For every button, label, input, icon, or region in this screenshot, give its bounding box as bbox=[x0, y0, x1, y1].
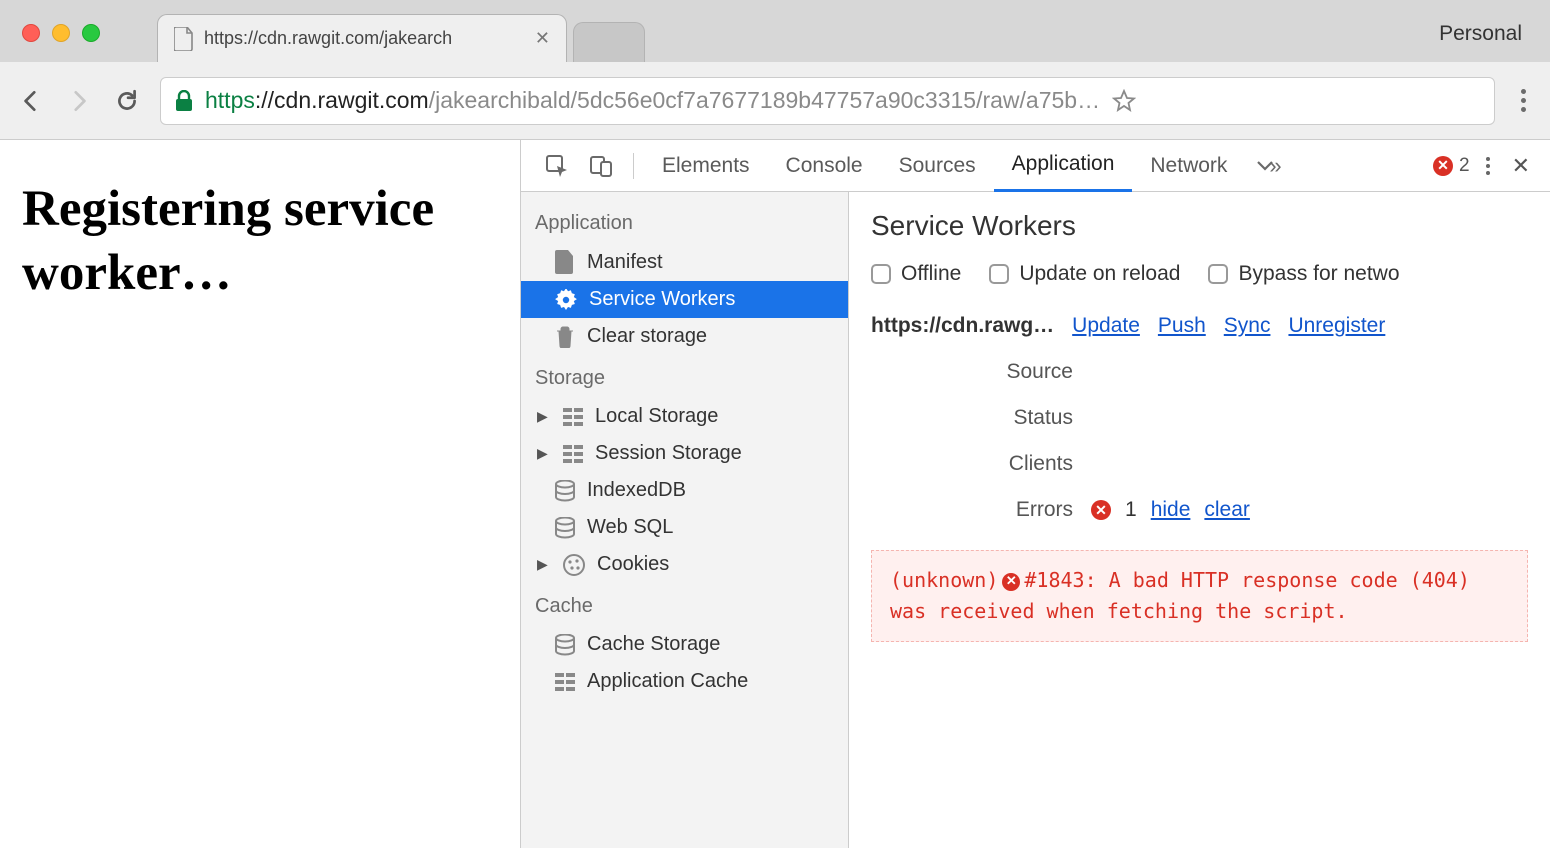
table-icon bbox=[555, 673, 575, 691]
tab-close-button[interactable]: ✕ bbox=[535, 28, 550, 49]
tab-network[interactable]: Network bbox=[1132, 140, 1245, 192]
application-sidebar: Application Manifest Service Workers Cle… bbox=[521, 192, 849, 848]
window-controls bbox=[22, 24, 100, 42]
reload-button[interactable] bbox=[112, 88, 142, 114]
sidebar-item-application-cache[interactable]: Application Cache bbox=[521, 663, 848, 700]
sw-origin: https://cdn.rawg… bbox=[871, 314, 1054, 338]
sidebar-category-application: Application bbox=[521, 200, 848, 243]
address-bar[interactable]: https://cdn.rawgit.com/jakearchibald/5dc… bbox=[160, 77, 1495, 125]
error-counter[interactable]: ✕ 2 bbox=[1433, 155, 1470, 177]
more-tabs-chevron-icon[interactable]: » bbox=[1245, 153, 1291, 179]
expand-triangle-icon[interactable]: ▶ bbox=[537, 445, 549, 462]
error-x-icon: ✕ bbox=[1002, 573, 1020, 591]
sidebar-item-indexeddb[interactable]: IndexedDB bbox=[521, 472, 848, 509]
cookie-icon bbox=[563, 554, 585, 576]
expand-triangle-icon[interactable]: ▶ bbox=[537, 408, 549, 425]
sidebar-item-cache-storage[interactable]: Cache Storage bbox=[521, 626, 848, 663]
devtools-close-button[interactable]: ✕ bbox=[1506, 153, 1536, 179]
url-text: https://cdn.rawgit.com/jakearchibald/5dc… bbox=[205, 87, 1100, 114]
sw-clients-label: Clients bbox=[891, 452, 1091, 476]
content-area: Registering service worker… Elements Con… bbox=[0, 140, 1550, 848]
forward-button[interactable] bbox=[64, 88, 94, 114]
sidebar-item-service-workers[interactable]: Service Workers bbox=[521, 281, 848, 318]
sidebar-category-cache: Cache bbox=[521, 583, 848, 626]
sidebar-item-local-storage[interactable]: ▶ Local Storage bbox=[521, 398, 848, 435]
close-window-button[interactable] bbox=[22, 24, 40, 42]
sw-push-link[interactable]: Push bbox=[1158, 314, 1206, 338]
lock-icon bbox=[175, 90, 193, 112]
back-button[interactable] bbox=[16, 88, 46, 114]
sw-sync-link[interactable]: Sync bbox=[1224, 314, 1271, 338]
error-badge-icon: ✕ bbox=[1091, 500, 1111, 520]
page-viewport: Registering service worker… bbox=[0, 140, 520, 848]
tab-title: https://cdn.rawgit.com/jakearch bbox=[204, 28, 525, 49]
tab-elements[interactable]: Elements bbox=[644, 140, 768, 192]
page-icon bbox=[174, 27, 194, 51]
offline-checkbox[interactable]: Offline bbox=[871, 262, 961, 286]
trash-icon bbox=[555, 326, 575, 348]
tab-console[interactable]: Console bbox=[768, 140, 881, 192]
sidebar-category-storage: Storage bbox=[521, 355, 848, 398]
sw-errors-value: ✕ 1 hide clear bbox=[1091, 498, 1528, 522]
gear-icon bbox=[555, 289, 577, 311]
panel-title: Service Workers bbox=[871, 210, 1528, 242]
tab-application[interactable]: Application bbox=[994, 140, 1133, 192]
page-heading: Registering service worker… bbox=[22, 178, 498, 306]
errors-clear-link[interactable]: clear bbox=[1204, 498, 1250, 522]
table-icon bbox=[563, 445, 583, 463]
devtools: Elements Console Sources Application Net… bbox=[520, 140, 1550, 848]
database-icon bbox=[555, 480, 575, 502]
tab-strip: https://cdn.rawgit.com/jakearch ✕ Person… bbox=[0, 0, 1550, 62]
document-icon bbox=[555, 250, 575, 274]
sidebar-item-manifest[interactable]: Manifest bbox=[521, 243, 848, 281]
service-workers-panel: Service Workers Offline Update on reload… bbox=[849, 192, 1550, 848]
expand-triangle-icon[interactable]: ▶ bbox=[537, 556, 549, 573]
sidebar-item-session-storage[interactable]: ▶ Session Storage bbox=[521, 435, 848, 472]
errors-hide-link[interactable]: hide bbox=[1151, 498, 1191, 522]
sw-status-label: Status bbox=[891, 406, 1091, 430]
new-tab-button[interactable] bbox=[573, 22, 645, 62]
database-icon bbox=[555, 634, 575, 656]
inspect-element-icon[interactable] bbox=[535, 154, 579, 178]
service-worker-options: Offline Update on reload Bypass for netw… bbox=[871, 262, 1528, 286]
device-toggle-icon[interactable] bbox=[579, 154, 623, 178]
sidebar-item-cookies[interactable]: ▶ Cookies bbox=[521, 546, 848, 583]
database-icon bbox=[555, 517, 575, 539]
sw-update-link[interactable]: Update bbox=[1072, 314, 1140, 338]
chrome-menu-button[interactable] bbox=[1513, 89, 1534, 112]
error-message-box: (unknown)✕#1843: A bad HTTP response cod… bbox=[871, 550, 1528, 642]
error-badge-icon: ✕ bbox=[1433, 156, 1453, 176]
browser-toolbar: https://cdn.rawgit.com/jakearchibald/5dc… bbox=[0, 62, 1550, 140]
maximize-window-button[interactable] bbox=[82, 24, 100, 42]
devtools-tabbar: Elements Console Sources Application Net… bbox=[521, 140, 1550, 192]
devtools-menu-button[interactable] bbox=[1486, 157, 1490, 175]
sw-source-label: Source bbox=[891, 360, 1091, 384]
bookmark-star-icon[interactable] bbox=[1112, 89, 1136, 113]
update-on-reload-checkbox[interactable]: Update on reload bbox=[989, 262, 1180, 286]
bypass-for-network-checkbox[interactable]: Bypass for netwo bbox=[1208, 262, 1399, 286]
browser-chrome: https://cdn.rawgit.com/jakearch ✕ Person… bbox=[0, 0, 1550, 140]
tab-sources[interactable]: Sources bbox=[881, 140, 994, 192]
sidebar-item-clear-storage[interactable]: Clear storage bbox=[521, 318, 848, 355]
minimize-window-button[interactable] bbox=[52, 24, 70, 42]
sw-errors-label: Errors bbox=[891, 498, 1091, 522]
profile-label[interactable]: Personal bbox=[1439, 22, 1522, 46]
sidebar-item-web-sql[interactable]: Web SQL bbox=[521, 509, 848, 546]
table-icon bbox=[563, 408, 583, 426]
service-worker-origin-row: https://cdn.rawg… Update Push Sync Unreg… bbox=[871, 314, 1528, 338]
sw-unregister-link[interactable]: Unregister bbox=[1288, 314, 1385, 338]
browser-tab[interactable]: https://cdn.rawgit.com/jakearch ✕ bbox=[157, 14, 567, 62]
